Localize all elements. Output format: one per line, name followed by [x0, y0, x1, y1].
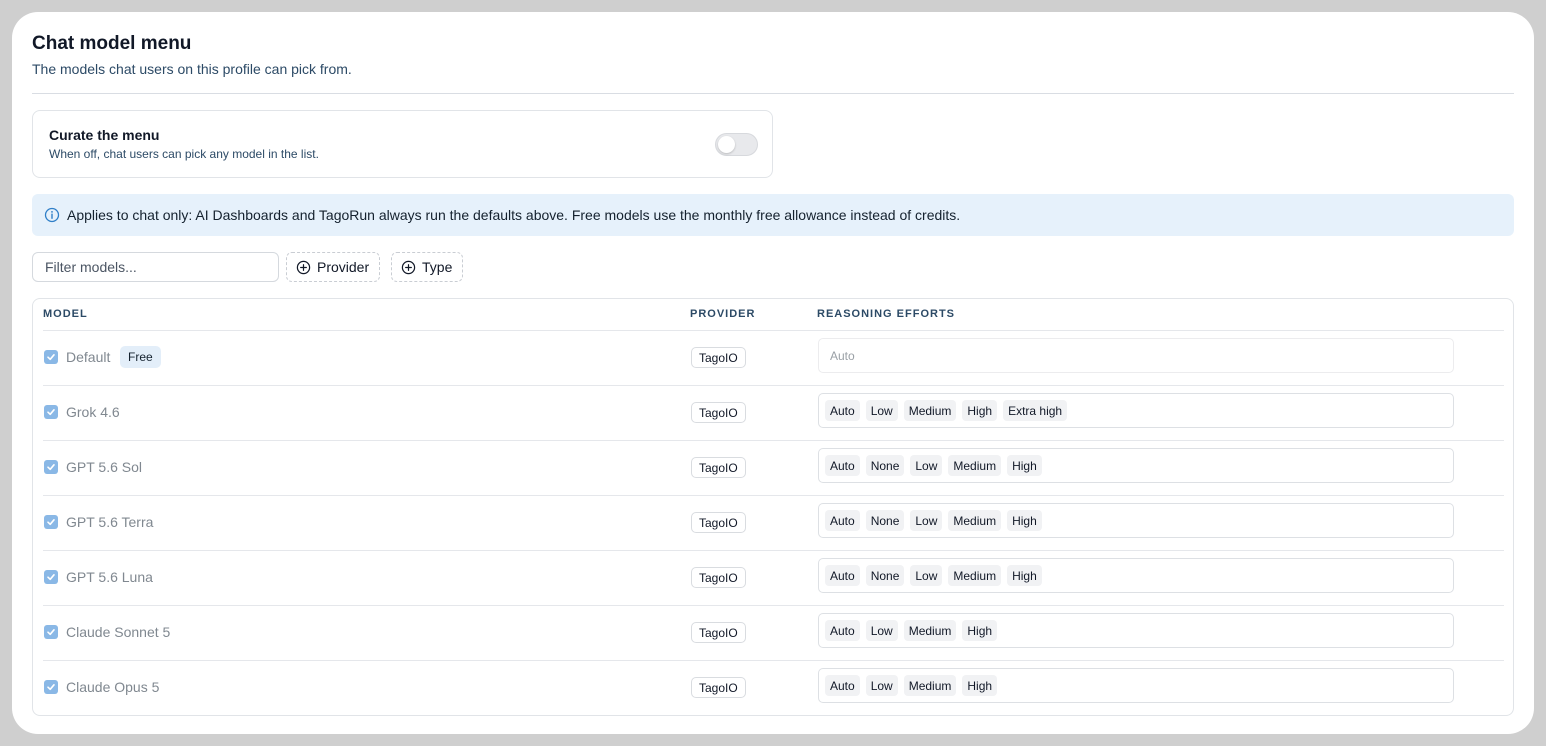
effort-chip[interactable]: Low	[865, 675, 898, 696]
check-icon	[47, 683, 55, 691]
effort-chip[interactable]: Low	[910, 510, 943, 531]
effort-chip[interactable]: High	[962, 675, 998, 696]
check-icon	[47, 573, 55, 581]
column-header-model[interactable]: MODEL	[43, 308, 88, 320]
effort-chip[interactable]: Extra high	[1003, 400, 1068, 421]
plus-circle-icon	[401, 260, 416, 274]
reasoning-efforts-field[interactable]: Auto None Low Medium High	[818, 448, 1454, 483]
type-filter-label: Type	[422, 259, 453, 275]
table-row: Claude Sonnet 5 TagoIO Auto Low Medium High	[43, 605, 1504, 660]
effort-chip[interactable]: Auto	[825, 675, 860, 696]
column-header-provider[interactable]: PROVIDER	[690, 308, 755, 320]
effort-chip[interactable]: Auto	[825, 455, 860, 476]
free-badge: Free	[120, 346, 161, 368]
provider-badge: TagoIO	[691, 622, 746, 643]
curate-title: Curate the menu	[49, 127, 160, 143]
table-row: GPT 5.6 Sol TagoIO Auto None Low Medium High	[43, 440, 1504, 495]
table-row: Claude Opus 5 TagoIO Auto Low Medium High	[43, 660, 1504, 715]
curate-description: When off, chat users can pick any model …	[49, 147, 319, 161]
model-name: Claude Sonnet 5	[66, 624, 171, 640]
effort-chip[interactable]: Auto	[825, 400, 860, 421]
curate-card: Curate the menu When off, chat users can…	[32, 110, 773, 178]
model-checkbox[interactable]	[44, 350, 58, 364]
effort-chip[interactable]: High	[962, 400, 998, 421]
model-checkbox[interactable]	[44, 570, 58, 584]
provider-filter-label: Provider	[317, 259, 370, 275]
effort-chip[interactable]: Medium	[903, 620, 957, 641]
effort-chip[interactable]: None	[865, 565, 905, 586]
effort-chip[interactable]: Auto	[825, 510, 860, 531]
plus-circle-icon	[296, 260, 311, 274]
model-checkbox[interactable]	[44, 515, 58, 529]
effort-chip[interactable]: None	[865, 510, 905, 531]
column-header-efforts[interactable]: REASONING EFFORTS	[817, 308, 955, 320]
effort-chip[interactable]: High	[962, 620, 998, 641]
model-checkbox[interactable]	[44, 625, 58, 639]
reasoning-efforts-field[interactable]: Auto None Low Medium High	[818, 503, 1454, 538]
models-table: MODEL PROVIDER REASONING EFFORTS Default…	[32, 298, 1514, 716]
toggle-knob	[718, 136, 735, 153]
model-name: Default	[66, 349, 111, 365]
model-name: Claude Opus 5	[66, 679, 160, 695]
effort-placeholder: Auto	[830, 348, 855, 363]
effort-chip[interactable]: Medium	[903, 400, 957, 421]
check-icon	[47, 518, 55, 526]
effort-chip[interactable]: High	[1007, 510, 1042, 531]
table-row: Default Free TagoIO Auto	[43, 330, 1504, 385]
provider-badge: TagoIO	[691, 347, 746, 368]
curate-toggle[interactable]	[715, 133, 758, 156]
page-title: Chat model menu	[32, 33, 192, 54]
check-icon	[47, 353, 55, 361]
effort-chip[interactable]: Low	[910, 455, 943, 476]
model-checkbox[interactable]	[44, 680, 58, 694]
provider-badge: TagoIO	[691, 512, 746, 533]
model-name: Grok 4.6	[66, 404, 120, 420]
effort-chip[interactable]: None	[865, 455, 905, 476]
model-name: GPT 5.6 Sol	[66, 459, 143, 475]
effort-chip[interactable]: High	[1007, 455, 1042, 476]
info-banner-text: Applies to chat only: AI Dashboards and …	[67, 207, 961, 223]
app-frame: Chat model menu The models chat users on…	[12, 12, 1534, 734]
effort-chip[interactable]: Medium	[948, 455, 1002, 476]
type-filter-button[interactable]: Type	[391, 252, 464, 282]
effort-chip[interactable]: Medium	[903, 675, 957, 696]
provider-badge: TagoIO	[691, 402, 746, 423]
reasoning-efforts-field[interactable]: Auto Low Medium High	[818, 668, 1454, 703]
effort-chip[interactable]: Low	[910, 565, 943, 586]
effort-chip[interactable]: Auto	[825, 620, 860, 641]
effort-chip[interactable]: Low	[865, 620, 898, 641]
info-icon	[44, 207, 60, 223]
provider-badge: TagoIO	[691, 677, 746, 698]
effort-chip[interactable]: Medium	[948, 510, 1002, 531]
provider-badge: TagoIO	[691, 567, 746, 588]
model-checkbox[interactable]	[44, 405, 58, 419]
section-divider	[32, 93, 1514, 94]
effort-chip[interactable]: Auto	[825, 565, 860, 586]
table-row: GPT 5.6 Terra TagoIO Auto None Low Medium High	[43, 495, 1504, 550]
info-banner: Applies to chat only: AI Dashboards and …	[32, 194, 1514, 236]
check-icon	[47, 408, 55, 416]
page-subtitle: The models chat users on this profile ca…	[32, 61, 352, 77]
effort-chip[interactable]: Medium	[948, 565, 1002, 586]
provider-filter-button[interactable]: Provider	[286, 252, 381, 282]
effort-chip[interactable]: High	[1007, 565, 1042, 586]
reasoning-efforts-field[interactable]: Auto	[818, 338, 1454, 373]
model-name: GPT 5.6 Terra	[66, 514, 154, 530]
filter-models-input[interactable]	[32, 252, 279, 282]
provider-badge: TagoIO	[691, 457, 746, 478]
effort-chip[interactable]: Low	[865, 400, 898, 421]
table-row: Grok 4.6 TagoIO Auto Low Medium High Extra hig…	[43, 385, 1504, 440]
reasoning-efforts-field[interactable]: Auto Low Medium High Extra high	[818, 393, 1454, 428]
table-row: GPT 5.6 Luna TagoIO Auto None Low Medium High	[43, 550, 1504, 605]
check-icon	[47, 463, 55, 471]
reasoning-efforts-field[interactable]: Auto Low Medium High	[818, 613, 1454, 648]
model-name: GPT 5.6 Luna	[66, 569, 153, 585]
reasoning-efforts-field[interactable]: Auto None Low Medium High	[818, 558, 1454, 593]
model-checkbox[interactable]	[44, 460, 58, 474]
check-icon	[47, 628, 55, 636]
